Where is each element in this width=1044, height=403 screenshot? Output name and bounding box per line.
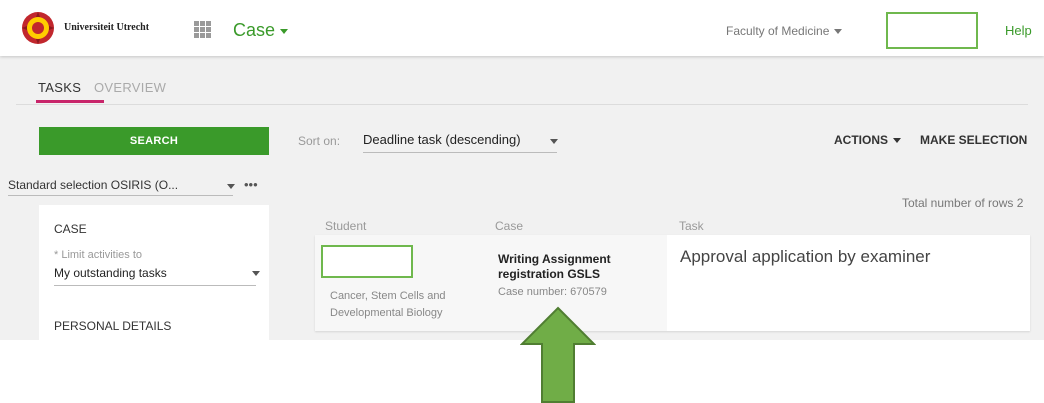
total-rows: Total number of rows 2 <box>902 196 1024 210</box>
case-app-window: Universiteit Utrecht Case Faculty of Med… <box>0 0 1044 340</box>
actions-label: ACTIONS <box>834 133 888 147</box>
case-section-title: CASE <box>54 222 87 236</box>
tab-bar: TASKS OVERVIEW <box>16 56 1028 105</box>
chevron-down-icon <box>834 29 843 35</box>
chevron-down-icon <box>280 28 289 34</box>
up-arrow-annotation-icon <box>520 306 596 403</box>
tab-overview[interactable]: OVERVIEW <box>94 80 166 95</box>
sort-label: Sort on: <box>298 134 341 148</box>
chevron-down-icon <box>893 138 901 144</box>
limit-select[interactable]: My outstanding tasks <box>54 266 167 280</box>
task-name[interactable]: Approval application by examiner <box>680 247 930 267</box>
sort-select[interactable]: Deadline task (descending) <box>363 132 521 147</box>
limit-underline <box>54 285 256 286</box>
university-name: Universiteit Utrecht <box>64 22 150 33</box>
make-selection-button[interactable]: MAKE SELECTION <box>920 133 1027 147</box>
app-name: Case <box>233 20 276 40</box>
faculty-name: Faculty of Medicine <box>726 24 830 38</box>
actions-menu[interactable]: ACTIONS <box>834 133 901 147</box>
filter-panel: CASE * Limit activities to My outstandin… <box>39 205 269 340</box>
student-program: Cancer, Stem Cells and Developmental Bio… <box>330 290 446 319</box>
column-header-task[interactable]: Task <box>679 219 704 233</box>
app-switcher[interactable]: Case <box>233 20 289 41</box>
personal-details-title[interactable]: PERSONAL DETAILS <box>54 319 171 333</box>
chevron-down-icon[interactable] <box>550 139 558 144</box>
more-icon[interactable]: ••• <box>244 177 258 192</box>
chevron-down-icon[interactable] <box>227 184 235 189</box>
case-number: Case number: 670579 <box>498 286 607 298</box>
help-link[interactable]: Help <box>1005 23 1032 38</box>
active-tab-indicator <box>36 100 104 103</box>
column-header-student[interactable]: Student <box>325 219 366 233</box>
column-header-case[interactable]: Case <box>495 219 523 233</box>
app-grid-icon[interactable] <box>194 21 211 38</box>
top-bar: Universiteit Utrecht Case Faculty of Med… <box>0 0 1044 56</box>
redacted-user-box <box>886 12 978 49</box>
case-title[interactable]: Writing Assignment registration GSLS <box>498 252 648 282</box>
selection-select[interactable]: Standard selection OSIRIS (O... <box>8 178 178 192</box>
chevron-down-icon[interactable] <box>252 271 260 276</box>
selection-underline <box>8 195 233 196</box>
sort-underline <box>363 152 557 153</box>
table-row[interactable]: Cancer, Stem Cells and Developmental Bio… <box>315 235 1030 331</box>
redacted-student-name <box>321 245 413 278</box>
university-logo <box>22 12 54 44</box>
limit-label: * Limit activities to <box>54 249 143 261</box>
faculty-selector[interactable]: Faculty of Medicine <box>726 24 843 38</box>
search-button[interactable]: SEARCH <box>39 127 269 155</box>
tab-tasks[interactable]: TASKS <box>38 80 81 95</box>
